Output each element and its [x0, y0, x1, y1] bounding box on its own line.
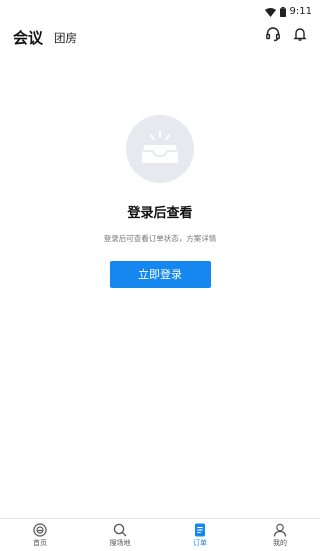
tab-meeting[interactable]: 会议 — [13, 27, 43, 48]
login-button[interactable]: 立即登录 — [109, 261, 211, 288]
order-icon — [193, 522, 207, 537]
user-icon — [273, 522, 287, 537]
nav-item-home[interactable]: 首页 — [0, 519, 80, 551]
wifi-icon — [264, 2, 276, 21]
home-icon — [33, 522, 47, 537]
header-actions — [265, 26, 308, 42]
empty-subtitle: 登录后可查看订单状态，方案详情 — [103, 234, 217, 243]
status-bar: 9:11 — [0, 0, 320, 18]
nav-label-search-venue: 搜场地 — [109, 539, 131, 547]
nav-label-mine: 我的 — [273, 539, 287, 547]
empty-title: 登录后查看 — [127, 206, 193, 221]
nav-label-home: 首页 — [33, 539, 47, 547]
bell-icon[interactable] — [292, 26, 308, 42]
search-icon — [113, 522, 127, 537]
nav-item-mine[interactable]: 我的 — [240, 519, 320, 551]
tab-group-room[interactable]: 团房 — [54, 30, 77, 46]
bottom-nav: 首页 搜场地 订单 我的 — [0, 518, 320, 551]
nav-label-orders: 订单 — [193, 539, 207, 547]
status-icons: 9:11 — [264, 2, 312, 21]
nav-item-search-venue[interactable]: 搜场地 — [80, 519, 160, 551]
headset-icon[interactable] — [265, 26, 281, 42]
nav-item-orders[interactable]: 订单 — [160, 519, 240, 551]
inbox-icon — [126, 115, 194, 183]
header: 会议 团房 — [0, 22, 320, 52]
status-time: 9:11 — [289, 6, 312, 17]
battery-icon — [279, 2, 286, 21]
empty-state: 登录后查看 登录后可查看订单状态，方案详情 立即登录 — [0, 115, 320, 288]
